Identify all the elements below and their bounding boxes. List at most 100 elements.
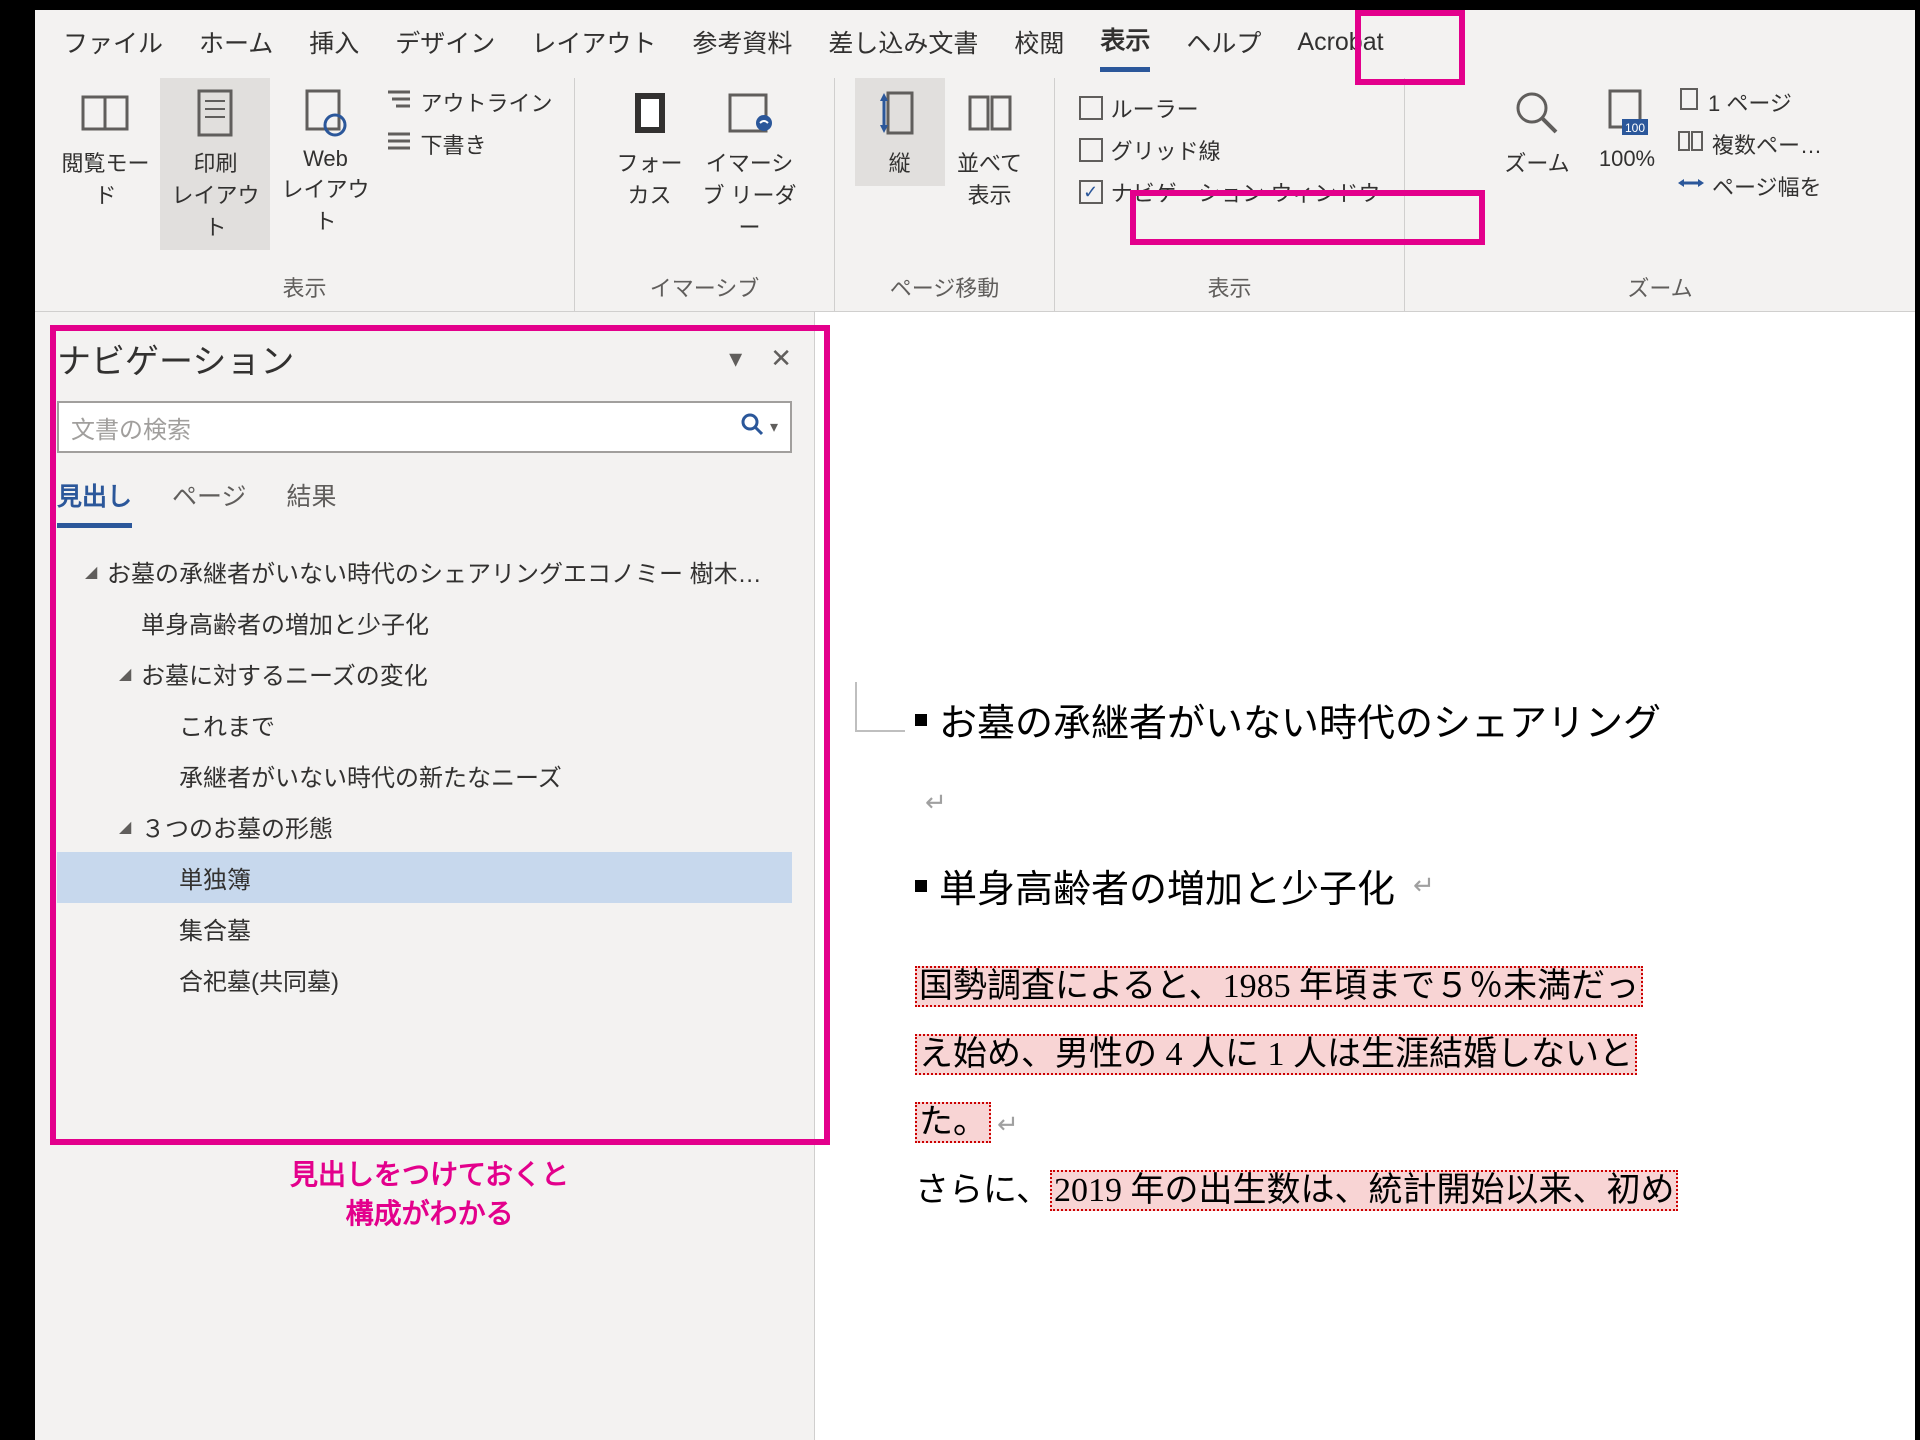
focus-button[interactable]: フォー カス: [605, 78, 695, 218]
tree-node[interactable]: 単身高齢者の増加と少子化: [57, 597, 792, 648]
document-heading-2: 単身高齢者の増加と少子化↵: [875, 818, 1915, 943]
tree-label: お墓の承継者がいない時代のシェアリングエコノミー 樹木…: [107, 554, 762, 589]
label: 100%: [1599, 146, 1655, 172]
tracked-change: 2019 年の出生数は、統計開始以来、初め: [1050, 1170, 1679, 1211]
navigation-pane: ナビゲーション ▾ ✕ 文書の検索 ▾ 見出し ページ 結果: [35, 312, 815, 1440]
navigation-search-input[interactable]: 文書の検索 ▾: [57, 401, 792, 453]
tree-node[interactable]: 合祀墓(共同墓): [57, 954, 792, 1005]
tracked-change: え始め、男性の 4 人に 1 人は生涯結婚しないと: [915, 1034, 1637, 1075]
annotation-text: 見出しをつけておくと構成がわかる: [290, 1155, 569, 1233]
immersive-reader-button[interactable]: イマーシ ブ リーダー: [695, 78, 805, 250]
one-page-icon: [1678, 87, 1700, 117]
outline-button[interactable]: アウトライン: [386, 86, 552, 118]
tab-home[interactable]: ホーム: [199, 24, 273, 70]
gridlines-checkbox[interactable]: グリッド線: [1079, 134, 1381, 166]
side-by-side-button[interactable]: 並べて 表示: [945, 78, 1035, 218]
svg-text:100: 100: [1625, 121, 1645, 135]
outline-icon: [386, 88, 412, 116]
label: フォー カス: [616, 146, 682, 210]
zoom-button[interactable]: ズーム: [1492, 78, 1582, 186]
tree-label: 承継者がいない時代の新たなニーズ: [179, 758, 562, 793]
tree-label: ３つのお墓の形態: [141, 809, 333, 844]
tab-design[interactable]: デザイン: [395, 24, 495, 70]
group-label-show: 表示: [1207, 265, 1251, 311]
page-width-button[interactable]: ページ幅を: [1678, 170, 1822, 202]
label: 縦: [888, 146, 910, 178]
chevron-down-icon[interactable]: ▾: [770, 417, 778, 437]
navigation-pane-title: ナビゲーション: [57, 334, 294, 383]
tab-review[interactable]: 校閲: [1014, 24, 1064, 70]
tree-node[interactable]: ◢お墓の承継者がいない時代のシェアリングエコノミー 樹木…: [57, 546, 792, 597]
tree-label: お墓に対するニーズの変化: [141, 656, 428, 691]
nav-tab-headings[interactable]: 見出し: [57, 477, 132, 528]
tree-node[interactable]: 集合墓: [57, 903, 792, 954]
heading-text: お墓の承継者がいない時代のシェアリング: [939, 692, 1661, 747]
checkbox-icon: [1079, 96, 1103, 120]
globe-page-icon: [298, 86, 352, 140]
draft-button[interactable]: 下書き: [386, 128, 552, 160]
one-page-button[interactable]: 1 ページ: [1678, 86, 1822, 118]
label: ルーラー: [1111, 92, 1199, 124]
read-mode-button[interactable]: 閲覧モード: [50, 78, 160, 218]
tree-label: 集合墓: [179, 911, 251, 946]
bullet-icon: [915, 880, 927, 892]
tree-label: 合祀墓(共同墓): [179, 962, 339, 997]
multi-page-icon: [1678, 130, 1704, 158]
side-pages-icon: [963, 86, 1017, 140]
tab-acrobat[interactable]: Acrobat: [1297, 28, 1383, 67]
checkbox-icon: [1079, 138, 1103, 162]
document-paragraph: 国勢調査によると、1985 年頃まで５％未満だっ え始め、男性の 4 人に 1 …: [875, 943, 1915, 1225]
document-area[interactable]: お墓の承継者がいない時代のシェアリング ↵ 単身高齢者の増加と少子化↵ 国勢調査…: [815, 312, 1915, 1440]
label: Web レイアウト: [274, 146, 376, 236]
focus-icon: [623, 86, 677, 140]
label: 1 ページ: [1708, 86, 1792, 118]
tracked-change: た。: [915, 1102, 991, 1143]
body-text: さらに、: [915, 1172, 1050, 1209]
tab-references[interactable]: 参考資料: [692, 24, 792, 70]
vertical-button[interactable]: 縦: [855, 78, 945, 186]
page-width-icon: [1678, 173, 1704, 199]
heading-text: 単身高齢者の増加と少子化: [939, 858, 1395, 913]
close-icon[interactable]: ✕: [770, 343, 792, 374]
paragraph-mark: ↵: [875, 787, 1915, 818]
tree-node-selected[interactable]: 単独簿: [57, 852, 792, 903]
tab-insert[interactable]: 挿入: [309, 24, 359, 70]
nav-tab-pages[interactable]: ページ: [172, 477, 247, 528]
web-layout-button[interactable]: Web レイアウト: [270, 78, 380, 244]
search-icon[interactable]: [740, 412, 764, 443]
page-icon: [188, 86, 242, 140]
label: アウトライン: [420, 86, 552, 118]
tab-mailings[interactable]: 差し込み文書: [828, 24, 978, 70]
reader-icon: [723, 86, 777, 140]
tree-node[interactable]: これまで: [57, 699, 792, 750]
navigation-pane-checkbox[interactable]: ✓ ナビゲーション ウィンドウ: [1079, 176, 1381, 208]
search-placeholder: 文書の検索: [71, 410, 191, 445]
label: イマーシ ブ リーダー: [699, 146, 801, 242]
label: ページ幅を: [1712, 170, 1822, 202]
pane-menu-icon[interactable]: ▾: [729, 343, 742, 374]
tree-label: 単独簿: [179, 860, 251, 895]
checkbox-checked-icon: ✓: [1079, 180, 1103, 204]
ruler-checkbox[interactable]: ルーラー: [1079, 92, 1381, 124]
caret-down-icon: ◢: [85, 562, 107, 582]
tree-node[interactable]: ◢３つのお墓の形態: [57, 801, 792, 852]
tab-file[interactable]: ファイル: [63, 24, 163, 70]
zoom-100-button[interactable]: 100 100%: [1582, 78, 1672, 180]
draft-icon: [386, 130, 412, 158]
tab-view[interactable]: 表示: [1100, 21, 1150, 73]
tabstrip: ファイル ホーム 挿入 デザイン レイアウト 参考資料 差し込み文書 校閲 表示…: [35, 10, 1915, 72]
print-layout-button[interactable]: 印刷 レイアウト: [160, 78, 270, 250]
ribbon: 閲覧モード 印刷 レイアウト Web レイアウト: [35, 72, 1915, 312]
nav-tab-results[interactable]: 結果: [287, 477, 337, 528]
label: ナビゲーション ウィンドウ: [1111, 176, 1381, 208]
label: 印刷 レイアウト: [164, 146, 266, 242]
group-label-pagemove: ページ移動: [890, 265, 1000, 311]
tracked-change: 国勢調査によると、1985 年頃まで５％未満だっ: [915, 966, 1643, 1007]
tab-layout[interactable]: レイアウト: [531, 24, 656, 70]
label: 並べて 表示: [957, 146, 1022, 210]
multi-page-button[interactable]: 複数ペー…: [1678, 128, 1822, 160]
tree-node[interactable]: ◢お墓に対するニーズの変化: [57, 648, 792, 699]
tree-node[interactable]: 承継者がいない時代の新たなニーズ: [57, 750, 792, 801]
page-corner-mark: [855, 682, 905, 732]
tab-help[interactable]: ヘルプ: [1186, 24, 1261, 70]
